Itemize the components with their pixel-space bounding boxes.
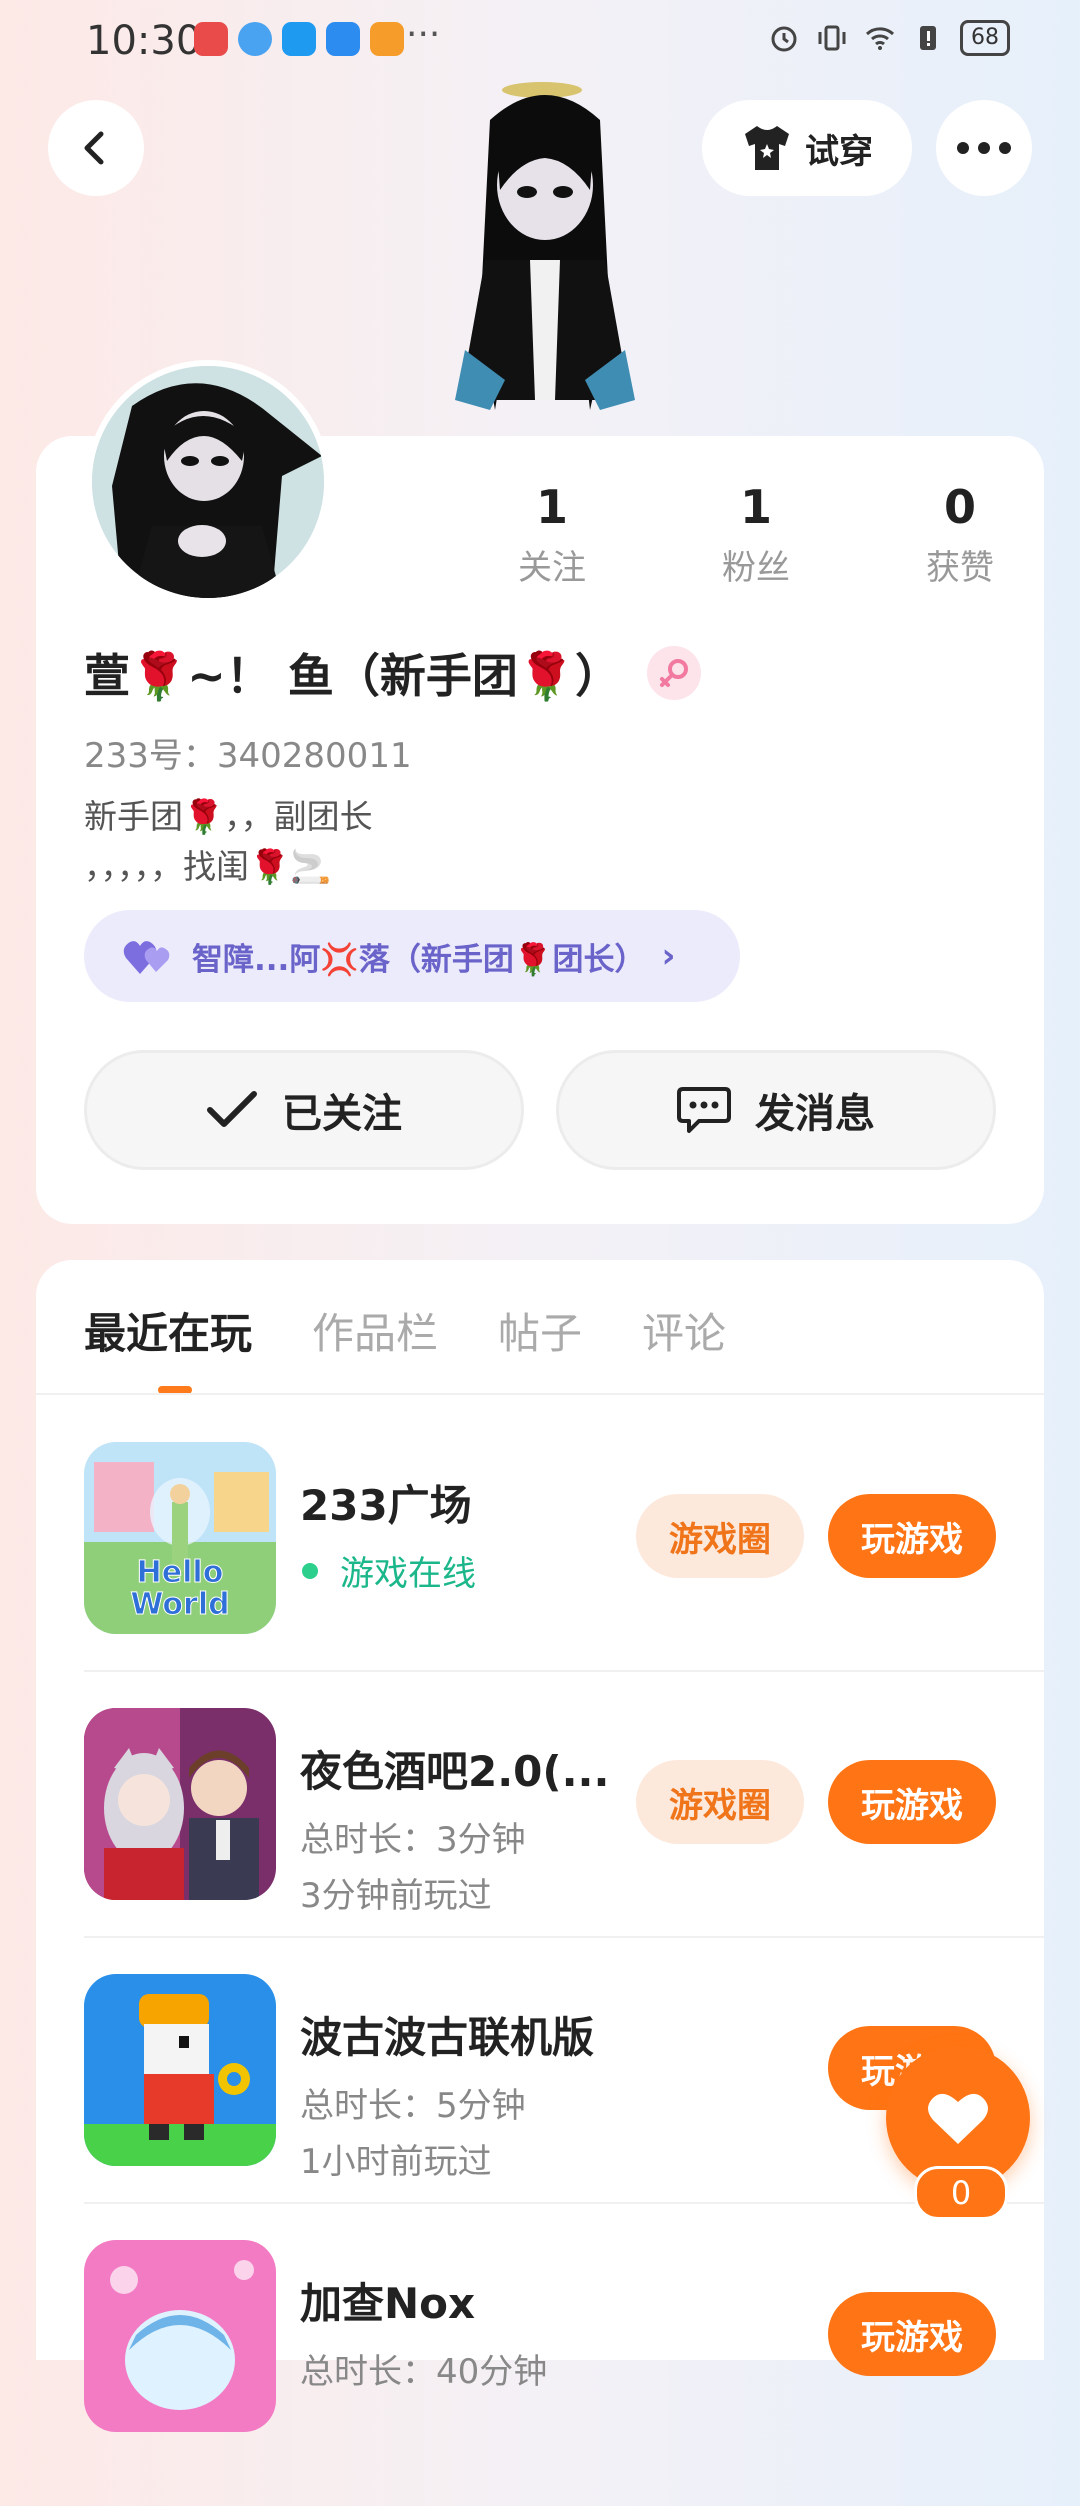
try-on-label: 试穿 (805, 131, 873, 172)
search-app-icon (282, 22, 316, 56)
game-last-played: 3分钟前玩过 (300, 1876, 492, 1916)
game-online-status: 游戏在线 (302, 1546, 476, 1595)
system-icons: 68 (768, 20, 1010, 56)
game-row[interactable]: Hello World 233广场 游戏在线 游戏圈 玩游戏 (84, 1442, 1044, 1708)
row-divider (84, 1670, 1044, 1672)
game-circle-button[interactable]: 游戏圈 (636, 1760, 804, 1844)
game-thumbnail (84, 2240, 276, 2432)
chevron-left-icon (84, 131, 104, 165)
svg-text:Hello: Hello (137, 1555, 224, 1590)
followed-label: 已关注 (282, 1091, 402, 1137)
tab-divider (36, 1393, 1044, 1395)
game-title: 夜色酒吧2.0(... (300, 1747, 610, 1796)
avatar[interactable] (86, 360, 330, 604)
game-playtime: 总时长：3分钟 (300, 1820, 526, 1860)
wifi-icon (865, 27, 895, 50)
stat-label: 关注 (518, 548, 586, 588)
game-last-played: 1小时前玩过 (300, 2142, 492, 2182)
tab-posts[interactable]: 帖子 (498, 1300, 582, 1361)
chevron-right-icon: › (661, 936, 676, 976)
stat-followers[interactable]: 1 粉丝 (654, 480, 858, 589)
vibrate-icon (818, 25, 846, 51)
game-row[interactable]: 加查Nox 总时长：40分钟 玩游戏 (84, 2240, 1044, 2506)
weather-app-icon (326, 22, 360, 56)
relationship-text: 智障...阿💢落（新手团🌹团长） (192, 941, 646, 978)
game-title: 233广场 (300, 1481, 472, 1530)
status-bar: 10:30 ··· 68 (0, 0, 1080, 80)
browser-app-icon (238, 22, 272, 56)
back-button[interactable] (48, 100, 144, 196)
stat-value: 0 (943, 480, 976, 534)
game-title: 波古波古联机版 (300, 2013, 595, 2062)
profile-stats: 1 关注 1 粉丝 0 获赞 (450, 480, 1062, 589)
character-figure (430, 80, 660, 436)
play-game-button[interactable]: 玩游戏 (828, 1494, 996, 1578)
notification-icons (194, 22, 404, 56)
stat-value: 1 (535, 480, 568, 534)
tab-comments[interactable]: 评论 (642, 1300, 726, 1361)
profile-tabs: 最近在玩 作品栏 帖子 评论 (84, 1300, 726, 1361)
send-message-label: 发消息 (755, 1091, 875, 1137)
play-game-button[interactable]: 玩游戏 (828, 1760, 996, 1844)
battery-icon: 68 (960, 20, 1010, 56)
game-playtime: 总时长：40分钟 (300, 2352, 548, 2392)
game-playtime: 总时长：5分钟 (300, 2086, 526, 2126)
game-title: 加查Nox (300, 2279, 476, 2328)
play-game-button[interactable]: 玩游戏 (828, 2292, 996, 2376)
game-circle-button[interactable]: 游戏圈 (636, 1494, 804, 1578)
try-on-button[interactable]: 试穿 (702, 100, 912, 196)
game-row[interactable]: 夜色酒吧2.0(... 总时长：3分钟 3分钟前玩过 游戏圈 玩游戏 (84, 1708, 1044, 1974)
svg-text:World: World (130, 1587, 229, 1622)
game-thumbnail: Hello World (84, 1442, 276, 1634)
relationship-badge[interactable]: 智障...阿💢落（新手团🌹团长） › (84, 910, 740, 1002)
alarm-icon (771, 26, 797, 52)
name-row: 萱🌹~！ 鱼（新手团🌹） (84, 640, 702, 706)
online-status-text: 游戏在线 (340, 1554, 476, 1594)
heart-icon (928, 2093, 988, 2144)
more-options-button[interactable] (936, 100, 1032, 196)
user-name: 萱🌹~！ 鱼（新手团🌹） (84, 649, 622, 703)
game-thumbnail (84, 1708, 276, 1900)
tab-recently-played[interactable]: 最近在玩 (84, 1300, 252, 1361)
followed-button[interactable]: 已关注 (84, 1050, 524, 1170)
chat-icon (677, 1087, 731, 1133)
user-bio: 新手团🌹，，副团长 ，，，，，找闺🌹🚬 (84, 792, 373, 892)
row-divider (84, 1936, 1044, 1938)
shirt-icon (745, 126, 789, 170)
stat-label: 获赞 (926, 548, 994, 588)
stat-likes[interactable]: 0 获赞 (858, 480, 1062, 589)
stat-following[interactable]: 1 关注 (450, 480, 654, 589)
like-count-badge: 0 (914, 2166, 1008, 2220)
video-app-icon (370, 22, 404, 56)
status-time: 10:30 (86, 18, 202, 64)
send-message-button[interactable]: 发消息 (556, 1050, 996, 1170)
female-gender-icon (647, 646, 702, 700)
huawei-app-icon (194, 22, 228, 56)
bio-line: ，，，，，找闺🌹🚬 (84, 847, 332, 886)
bio-line: 新手团🌹，，副团长 (84, 797, 373, 836)
user-id: 233号：340280011 (84, 736, 412, 776)
tab-works[interactable]: 作品栏 (312, 1300, 438, 1361)
alert-icon (920, 26, 936, 50)
check-icon (207, 1091, 257, 1127)
game-thumbnail (84, 1974, 276, 2166)
online-dot-icon (302, 1562, 318, 1579)
more-dots-icon (957, 142, 1011, 154)
double-heart-icon (123, 941, 170, 974)
stat-label: 粉丝 (722, 548, 790, 588)
more-notifications-icon: ··· (406, 14, 441, 55)
row-divider (84, 2202, 1044, 2204)
stat-value: 1 (739, 480, 772, 534)
